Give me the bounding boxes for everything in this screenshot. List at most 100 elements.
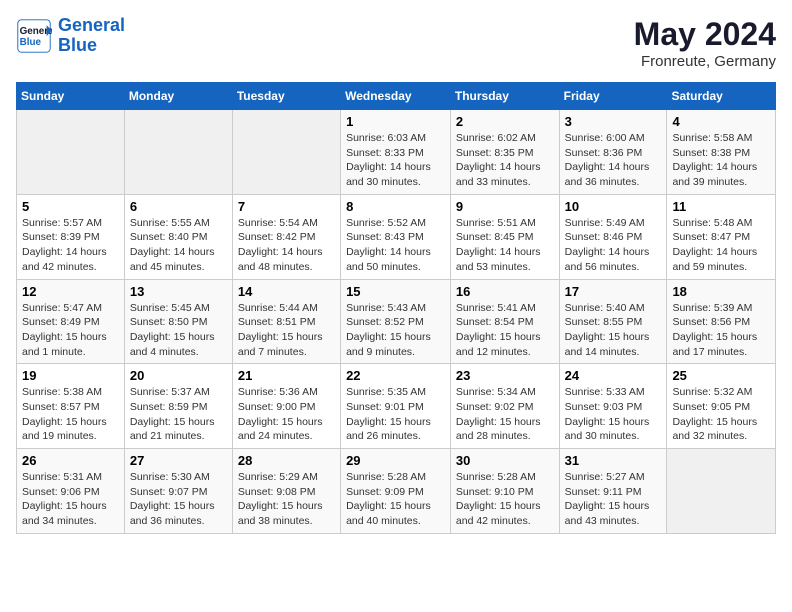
week-row-4: 19 Sunrise: 5:38 AMSunset: 8:57 PMDayligh…	[17, 364, 776, 449]
day-info: Sunrise: 5:58 AMSunset: 8:38 PMDaylight:…	[672, 131, 770, 190]
week-row-3: 12 Sunrise: 5:47 AMSunset: 8:49 PMDayligh…	[17, 279, 776, 364]
day-info: Sunrise: 5:57 AMSunset: 8:39 PMDaylight:…	[22, 216, 119, 275]
day-number: 28	[238, 453, 335, 468]
day-number: 10	[565, 199, 662, 214]
calendar-cell: 12 Sunrise: 5:47 AMSunset: 8:49 PMDayligh…	[17, 279, 125, 364]
day-number: 19	[22, 368, 119, 383]
day-number: 22	[346, 368, 445, 383]
day-number: 30	[456, 453, 554, 468]
day-number: 7	[238, 199, 335, 214]
day-info: Sunrise: 5:38 AMSunset: 8:57 PMDaylight:…	[22, 385, 119, 444]
calendar-cell: 6Sunrise: 5:55 AMSunset: 8:40 PMDaylight…	[124, 194, 232, 279]
day-info: Sunrise: 5:41 AMSunset: 8:54 PMDaylight:…	[456, 301, 554, 360]
day-number: 27	[130, 453, 227, 468]
calendar-cell: 31 Sunrise: 5:27 AMSunset: 9:11 PMDayligh…	[559, 449, 667, 534]
day-info: Sunrise: 5:28 AMSunset: 9:09 PMDaylight:…	[346, 470, 445, 529]
calendar-cell: 27 Sunrise: 5:30 AMSunset: 9:07 PMDayligh…	[124, 449, 232, 534]
day-info: Sunrise: 5:29 AMSunset: 9:08 PMDaylight:…	[238, 470, 335, 529]
calendar-cell: 3Sunrise: 6:00 AMSunset: 8:36 PMDaylight…	[559, 110, 667, 195]
day-info: Sunrise: 5:55 AMSunset: 8:40 PMDaylight:…	[130, 216, 227, 275]
day-info: Sunrise: 5:34 AMSunset: 9:02 PMDaylight:…	[456, 385, 554, 444]
day-number: 13	[130, 284, 227, 299]
weekday-header-sunday: Sunday	[17, 83, 125, 110]
calendar-cell: 7 Sunrise: 5:54 AMSunset: 8:42 PMDaylight…	[232, 194, 340, 279]
day-number: 21	[238, 368, 335, 383]
day-info: Sunrise: 5:36 AMSunset: 9:00 PMDaylight:…	[238, 385, 335, 444]
day-info: Sunrise: 6:03 AMSunset: 8:33 PMDaylight:…	[346, 131, 445, 190]
day-number: 17	[565, 284, 662, 299]
day-number: 4	[672, 114, 770, 129]
calendar-cell: 10 Sunrise: 5:49 AMSunset: 8:46 PMDayligh…	[559, 194, 667, 279]
calendar-cell	[232, 110, 340, 195]
calendar-cell: 17 Sunrise: 5:40 AMSunset: 8:55 PMDayligh…	[559, 279, 667, 364]
day-number: 20	[130, 368, 227, 383]
day-info: Sunrise: 5:43 AMSunset: 8:52 PMDaylight:…	[346, 301, 445, 360]
calendar-cell: 19 Sunrise: 5:38 AMSunset: 8:57 PMDayligh…	[17, 364, 125, 449]
day-number: 15	[346, 284, 445, 299]
calendar-cell: 23Sunrise: 5:34 AMSunset: 9:02 PMDayligh…	[450, 364, 559, 449]
calendar-cell: 14 Sunrise: 5:44 AMSunset: 8:51 PMDayligh…	[232, 279, 340, 364]
calendar-cell: 9 Sunrise: 5:51 AMSunset: 8:45 PMDaylight…	[450, 194, 559, 279]
calendar-cell: 1Sunrise: 6:03 AMSunset: 8:33 PMDaylight…	[341, 110, 451, 195]
weekday-header-tuesday: Tuesday	[232, 83, 340, 110]
day-number: 16	[456, 284, 554, 299]
week-row-5: 26Sunrise: 5:31 AMSunset: 9:06 PMDayligh…	[17, 449, 776, 534]
weekday-header-monday: Monday	[124, 83, 232, 110]
calendar-cell: 8Sunrise: 5:52 AMSunset: 8:43 PMDaylight…	[341, 194, 451, 279]
day-info: Sunrise: 5:30 AMSunset: 9:07 PMDaylight:…	[130, 470, 227, 529]
day-info: Sunrise: 5:51 AMSunset: 8:45 PMDaylight:…	[456, 216, 554, 275]
day-number: 18	[672, 284, 770, 299]
week-row-2: 5 Sunrise: 5:57 AMSunset: 8:39 PMDaylight…	[17, 194, 776, 279]
day-number: 5	[22, 199, 119, 214]
day-number: 12	[22, 284, 119, 299]
calendar-cell: 29Sunrise: 5:28 AMSunset: 9:09 PMDayligh…	[341, 449, 451, 534]
weekday-header-saturday: Saturday	[667, 83, 776, 110]
calendar-cell: 18 Sunrise: 5:39 AMSunset: 8:56 PMDayligh…	[667, 279, 776, 364]
day-number: 9	[456, 199, 554, 214]
day-number: 11	[672, 199, 770, 214]
day-number: 14	[238, 284, 335, 299]
calendar-cell	[124, 110, 232, 195]
day-info: Sunrise: 5:32 AMSunset: 9:05 PMDaylight:…	[672, 385, 770, 444]
week-row-1: 1Sunrise: 6:03 AMSunset: 8:33 PMDaylight…	[17, 110, 776, 195]
calendar-cell: 20Sunrise: 5:37 AMSunset: 8:59 PMDayligh…	[124, 364, 232, 449]
logo-icon: General Blue	[16, 18, 52, 54]
calendar-cell: 21 Sunrise: 5:36 AMSunset: 9:00 PMDayligh…	[232, 364, 340, 449]
day-info: Sunrise: 5:47 AMSunset: 8:49 PMDaylight:…	[22, 301, 119, 360]
calendar-subtitle: Fronreute, Germany	[634, 53, 776, 70]
day-info: Sunrise: 5:27 AMSunset: 9:11 PMDaylight:…	[565, 470, 662, 529]
day-info: Sunrise: 5:44 AMSunset: 8:51 PMDaylight:…	[238, 301, 335, 360]
logo: General Blue GeneralBlue	[16, 16, 125, 56]
logo-text: GeneralBlue	[58, 16, 125, 56]
calendar-cell: 16 Sunrise: 5:41 AMSunset: 8:54 PMDayligh…	[450, 279, 559, 364]
calendar-cell: 22 Sunrise: 5:35 AMSunset: 9:01 PMDayligh…	[341, 364, 451, 449]
day-info: Sunrise: 5:48 AMSunset: 8:47 PMDaylight:…	[672, 216, 770, 275]
day-info: Sunrise: 5:35 AMSunset: 9:01 PMDaylight:…	[346, 385, 445, 444]
weekday-header-thursday: Thursday	[450, 83, 559, 110]
calendar-cell: 25 Sunrise: 5:32 AMSunset: 9:05 PMDayligh…	[667, 364, 776, 449]
day-info: Sunrise: 5:54 AMSunset: 8:42 PMDaylight:…	[238, 216, 335, 275]
calendar-title: May 2024	[634, 16, 776, 53]
calendar-cell	[17, 110, 125, 195]
calendar-body: 1Sunrise: 6:03 AMSunset: 8:33 PMDaylight…	[17, 110, 776, 534]
day-number: 26	[22, 453, 119, 468]
day-info: Sunrise: 5:49 AMSunset: 8:46 PMDaylight:…	[565, 216, 662, 275]
title-block: May 2024 Fronreute, Germany	[634, 16, 776, 70]
svg-text:Blue: Blue	[20, 37, 42, 48]
day-number: 31	[565, 453, 662, 468]
day-info: Sunrise: 6:02 AMSunset: 8:35 PMDaylight:…	[456, 131, 554, 190]
day-info: Sunrise: 6:00 AMSunset: 8:36 PMDaylight:…	[565, 131, 662, 190]
day-info: Sunrise: 5:28 AMSunset: 9:10 PMDaylight:…	[456, 470, 554, 529]
day-number: 2	[456, 114, 554, 129]
day-info: Sunrise: 5:40 AMSunset: 8:55 PMDaylight:…	[565, 301, 662, 360]
calendar-cell: 11 Sunrise: 5:48 AMSunset: 8:47 PMDayligh…	[667, 194, 776, 279]
day-info: Sunrise: 5:45 AMSunset: 8:50 PMDaylight:…	[130, 301, 227, 360]
calendar-cell: 26Sunrise: 5:31 AMSunset: 9:06 PMDayligh…	[17, 449, 125, 534]
day-info: Sunrise: 5:39 AMSunset: 8:56 PMDaylight:…	[672, 301, 770, 360]
calendar-cell: 4 Sunrise: 5:58 AMSunset: 8:38 PMDaylight…	[667, 110, 776, 195]
calendar-cell: 5 Sunrise: 5:57 AMSunset: 8:39 PMDaylight…	[17, 194, 125, 279]
day-number: 25	[672, 368, 770, 383]
weekday-header-friday: Friday	[559, 83, 667, 110]
calendar-cell: 24Sunrise: 5:33 AMSunset: 9:03 PMDayligh…	[559, 364, 667, 449]
day-number: 24	[565, 368, 662, 383]
